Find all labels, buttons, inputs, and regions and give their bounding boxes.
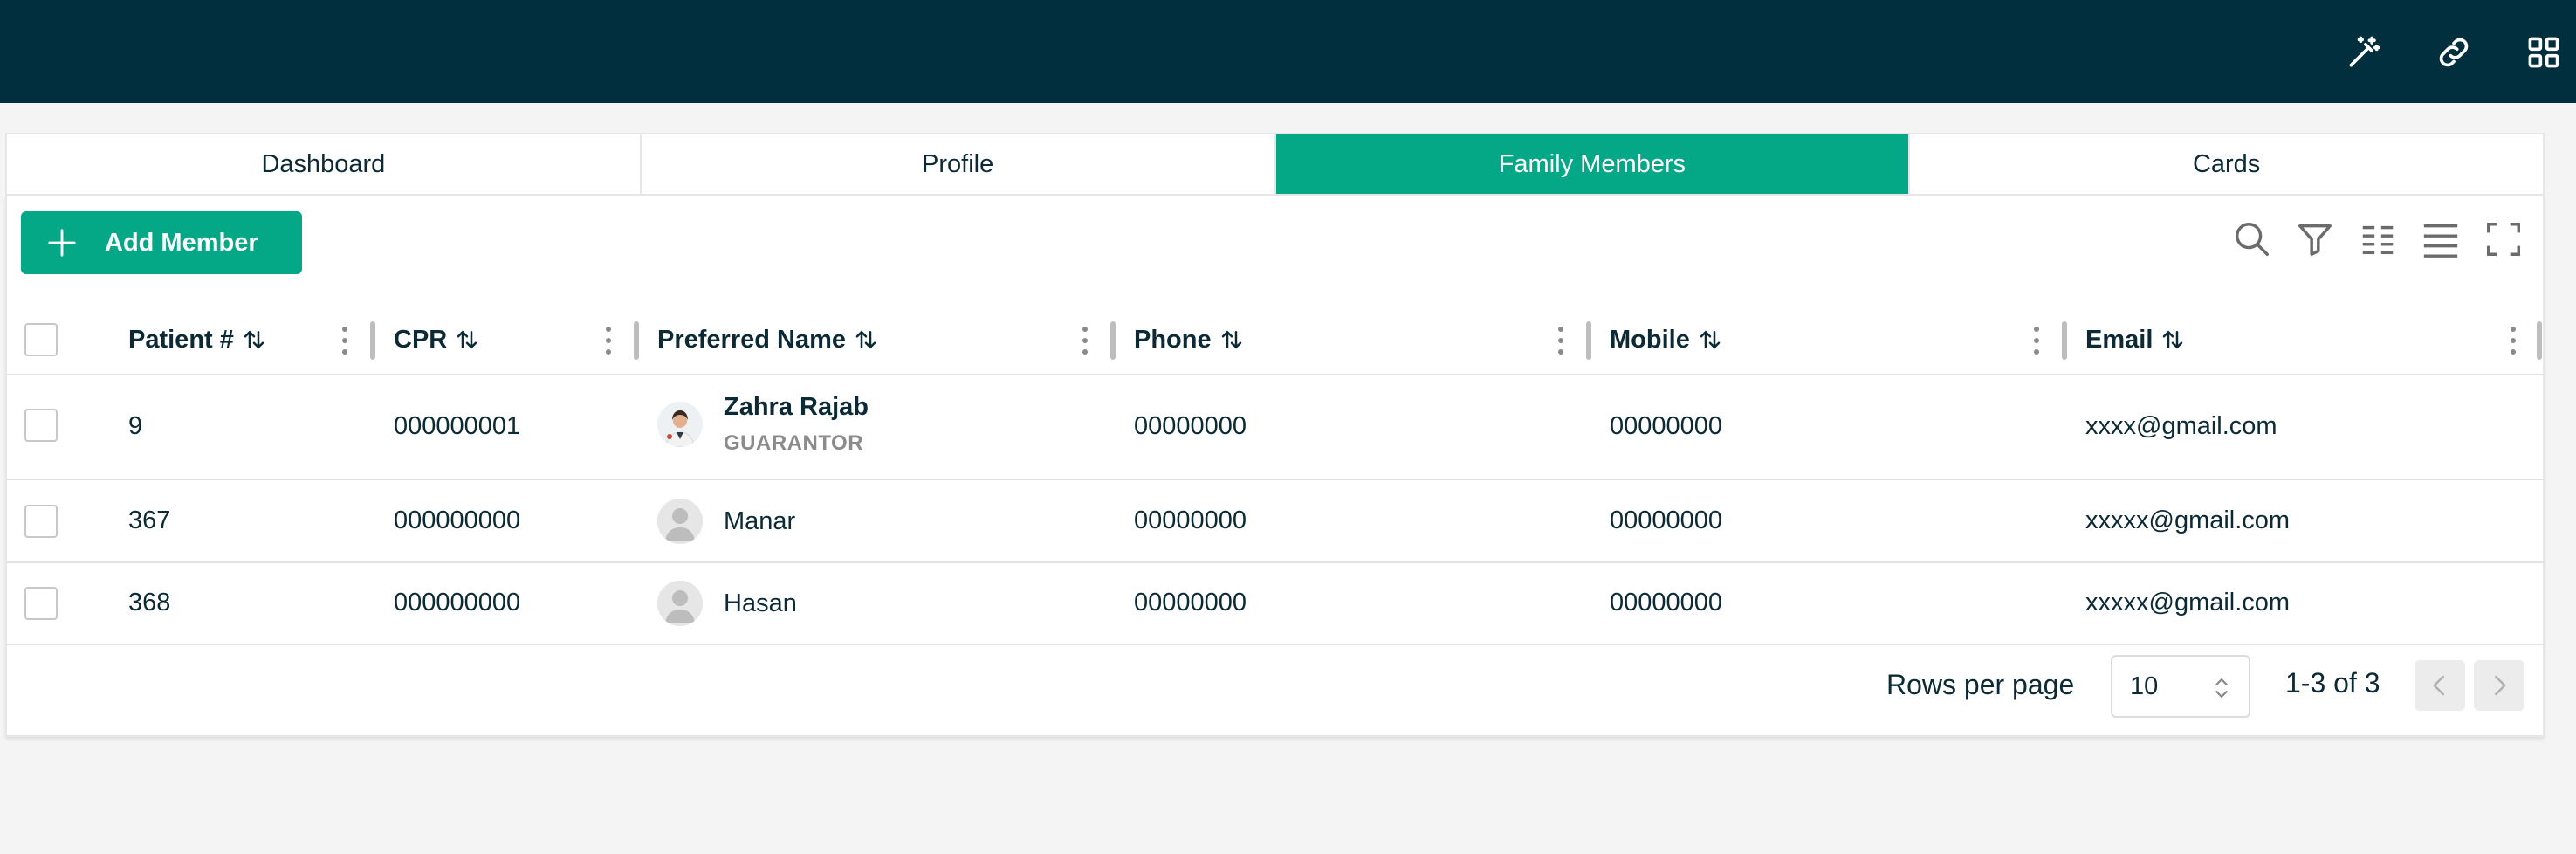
plus-icon: [48, 229, 76, 257]
table-row[interactable]: 9 000000001 Zahra Rajab GUARANTOR 000000…: [7, 375, 2545, 480]
column-header-email: Email: [2085, 304, 2186, 375]
patient-number-cell: 9: [128, 412, 143, 440]
tab-dashboard[interactable]: Dashboard: [7, 134, 642, 194]
phone-cell: 00000000: [1134, 589, 1247, 616]
sort-icon[interactable]: [241, 327, 267, 353]
tab-profile[interactable]: Profile: [642, 134, 1276, 194]
row-checkbox[interactable]: [24, 505, 58, 538]
patient-number-cell: 367: [128, 506, 171, 534]
preferred-name-cell: Manar: [724, 507, 796, 535]
select-all-checkbox[interactable]: [24, 323, 58, 356]
chevron-right-icon: [2495, 675, 2507, 696]
mobile-cell: 00000000: [1610, 589, 1723, 616]
column-resize-handle[interactable]: [370, 321, 375, 360]
phone-cell: 00000000: [1134, 412, 1247, 440]
mobile-cell: 00000000: [1610, 506, 1723, 534]
tab-family-members[interactable]: Family Members: [1275, 134, 1911, 194]
apps-grid-icon[interactable]: [2523, 31, 2565, 73]
column-header-label: Email: [2085, 325, 2154, 354]
avatar: [657, 581, 703, 626]
column-header-label: Preferred Name: [657, 325, 846, 354]
sort-icon[interactable]: [1697, 327, 1723, 353]
magic-wand-icon[interactable]: [2343, 31, 2385, 73]
column-menu-icon[interactable]: [600, 325, 617, 356]
row-checkbox[interactable]: [24, 409, 58, 442]
column-header-label: Mobile: [1610, 325, 1690, 354]
column-header-preferred-name: Preferred Name: [657, 304, 879, 375]
table-row[interactable]: 367 000000000 Manar 00000000 00000000 xx…: [7, 480, 2545, 563]
column-menu-icon[interactable]: [336, 325, 354, 356]
family-members-table-card: Add Member Patient # CPR Preferred Name …: [5, 196, 2545, 737]
column-resize-handle[interactable]: [2062, 321, 2067, 360]
rows-per-page-label: Rows per page: [1886, 669, 2075, 700]
pagination-range: 1-3 of 3: [2285, 667, 2380, 699]
email-cell: xxxxx@gmail.com: [2085, 506, 2291, 534]
column-header-label: Phone: [1134, 325, 1212, 354]
preferred-name-cell: Zahra Rajab: [724, 393, 869, 421]
chevron-up-down-icon: [2215, 678, 2228, 699]
column-header-mobile: Mobile: [1610, 304, 1723, 375]
email-cell: xxxxx@gmail.com: [2085, 589, 2291, 616]
column-resize-handle[interactable]: [634, 321, 639, 360]
rows-per-page-value: 10: [2130, 671, 2159, 700]
sort-icon[interactable]: [2160, 327, 2186, 353]
column-header-label: CPR: [394, 325, 448, 354]
column-menu-icon[interactable]: [1552, 325, 1570, 356]
filter-icon[interactable]: [2294, 218, 2336, 260]
top-bar: [0, 0, 2576, 103]
row-checkbox[interactable]: [24, 587, 58, 620]
email-cell: xxxx@gmail.com: [2085, 412, 2277, 440]
role-label: GUARANTOR: [724, 431, 864, 455]
column-menu-icon[interactable]: [2504, 325, 2522, 356]
column-menu-icon[interactable]: [2028, 325, 2045, 356]
column-resize-handle[interactable]: [2537, 321, 2542, 360]
chevron-left-icon: [2432, 675, 2444, 696]
previous-page-button[interactable]: [2415, 660, 2465, 711]
next-page-button[interactable]: [2474, 660, 2524, 711]
search-icon[interactable]: [2231, 218, 2273, 260]
column-resize-handle[interactable]: [1586, 321, 1591, 360]
tab-cards[interactable]: Cards: [1910, 134, 2543, 194]
column-menu-icon[interactable]: [1076, 325, 1094, 356]
tab-bar: Dashboard Profile Family Members Cards: [5, 133, 2545, 196]
patient-number-cell: 368: [128, 589, 171, 616]
density-icon[interactable]: [2420, 218, 2462, 260]
column-header-cpr: CPR: [394, 304, 480, 375]
table-row[interactable]: 368 000000000 Hasan 00000000 00000000 xx…: [7, 563, 2545, 645]
sort-icon[interactable]: [1219, 327, 1245, 353]
phone-cell: 00000000: [1134, 506, 1247, 534]
cpr-cell: 000000000: [394, 589, 521, 616]
cpr-cell: 000000000: [394, 506, 521, 534]
sort-icon[interactable]: [853, 327, 879, 353]
mobile-cell: 00000000: [1610, 412, 1723, 440]
column-header-phone: Phone: [1134, 304, 1245, 375]
cpr-cell: 000000001: [394, 412, 521, 440]
columns-icon[interactable]: [2357, 218, 2399, 260]
add-member-label: Add Member: [105, 228, 258, 257]
column-header-patient: Patient #: [128, 304, 267, 375]
table-header: Patient # CPR Preferred Name Phone Mobil…: [7, 304, 2545, 375]
fullscreen-icon[interactable]: [2483, 218, 2524, 260]
avatar: [657, 402, 703, 447]
rows-per-page-select[interactable]: 10: [2111, 655, 2250, 718]
link-icon[interactable]: [2433, 31, 2475, 73]
column-resize-handle[interactable]: [1110, 321, 1116, 360]
avatar: [657, 499, 703, 544]
preferred-name-cell: Hasan: [724, 589, 797, 617]
column-header-label: Patient #: [128, 325, 234, 354]
add-member-button[interactable]: Add Member: [21, 211, 302, 274]
sort-icon[interactable]: [454, 327, 480, 353]
